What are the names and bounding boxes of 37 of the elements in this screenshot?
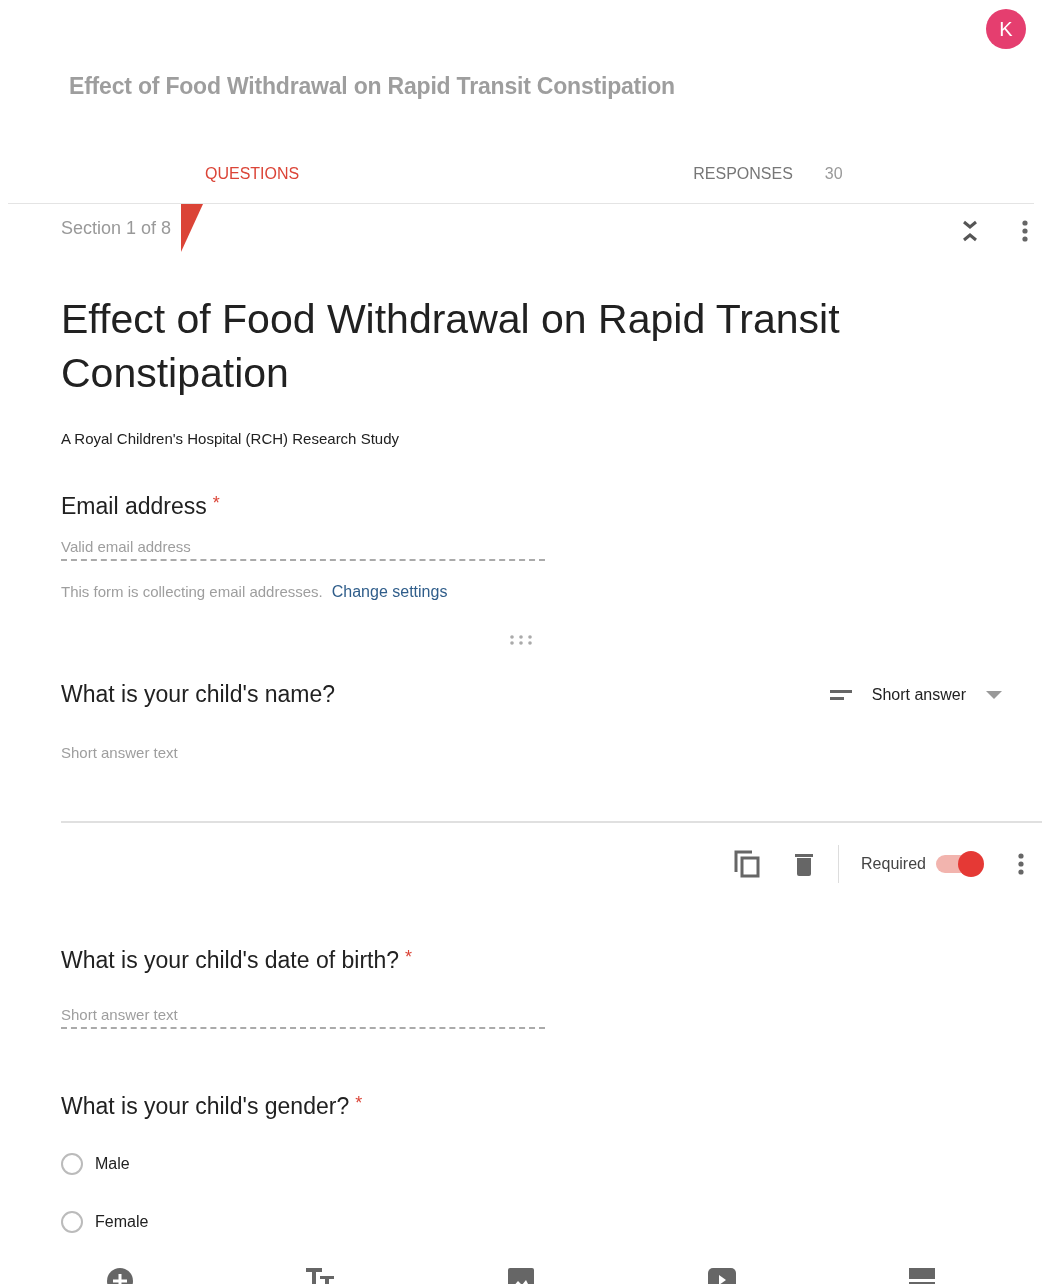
option-label: Female xyxy=(95,1213,149,1231)
required-mark: * xyxy=(355,1093,363,1114)
form-title: Effect of Food Withdrawal on Rapid Transit Constipation xyxy=(61,295,841,398)
section-flag-icon xyxy=(181,204,206,252)
collapse-icon[interactable] xyxy=(963,220,977,242)
response-count: 30 xyxy=(824,164,843,183)
required-mark: * xyxy=(405,947,413,968)
option-label: Male xyxy=(95,1155,130,1173)
question-title: What is your child's date of birth? xyxy=(61,947,400,974)
add-title-icon[interactable] xyxy=(306,1268,335,1284)
question-title: What is your child's gender? xyxy=(61,1093,350,1120)
drag-handle-icon[interactable] xyxy=(510,635,532,645)
radio-button[interactable] xyxy=(61,1211,83,1233)
short-text-icon xyxy=(829,689,852,700)
more-icon[interactable] xyxy=(1022,220,1028,242)
email-field[interactable]: Valid email address xyxy=(61,538,545,561)
required-mark: * xyxy=(212,493,220,514)
form-name: Effect of Food Withdrawal on Rapid Transit Constipation xyxy=(69,73,676,100)
answer-field[interactable]: Short answer text xyxy=(61,744,1042,823)
dropdown-caret-icon xyxy=(986,690,1002,699)
collection-note: This form is collecting email addresses. xyxy=(61,583,323,601)
tab[interactable]: RESPONSES xyxy=(693,164,793,183)
form-description: A Royal Children's Hospital (RCH) Research Study xyxy=(61,430,400,447)
section-label: Section 1 of 8 xyxy=(61,218,172,239)
question-title: Email address xyxy=(61,493,207,520)
tab[interactable]: QUESTIONS xyxy=(205,164,300,183)
question-type-dropdown[interactable]: Short answer xyxy=(829,685,1002,704)
required-label: Required xyxy=(861,855,926,873)
duplicate-icon[interactable] xyxy=(734,850,761,878)
delete-icon[interactable] xyxy=(794,852,815,876)
radio-button[interactable] xyxy=(61,1153,83,1175)
change-settings-link[interactable]: Change settings xyxy=(331,583,448,601)
question-title: What is your child's name? xyxy=(61,681,336,708)
answer-field[interactable]: Short answer text xyxy=(61,1006,545,1029)
required-toggle[interactable] xyxy=(936,851,984,877)
account-avatar[interactable]: K xyxy=(986,9,1026,49)
more-icon[interactable] xyxy=(1018,853,1024,875)
